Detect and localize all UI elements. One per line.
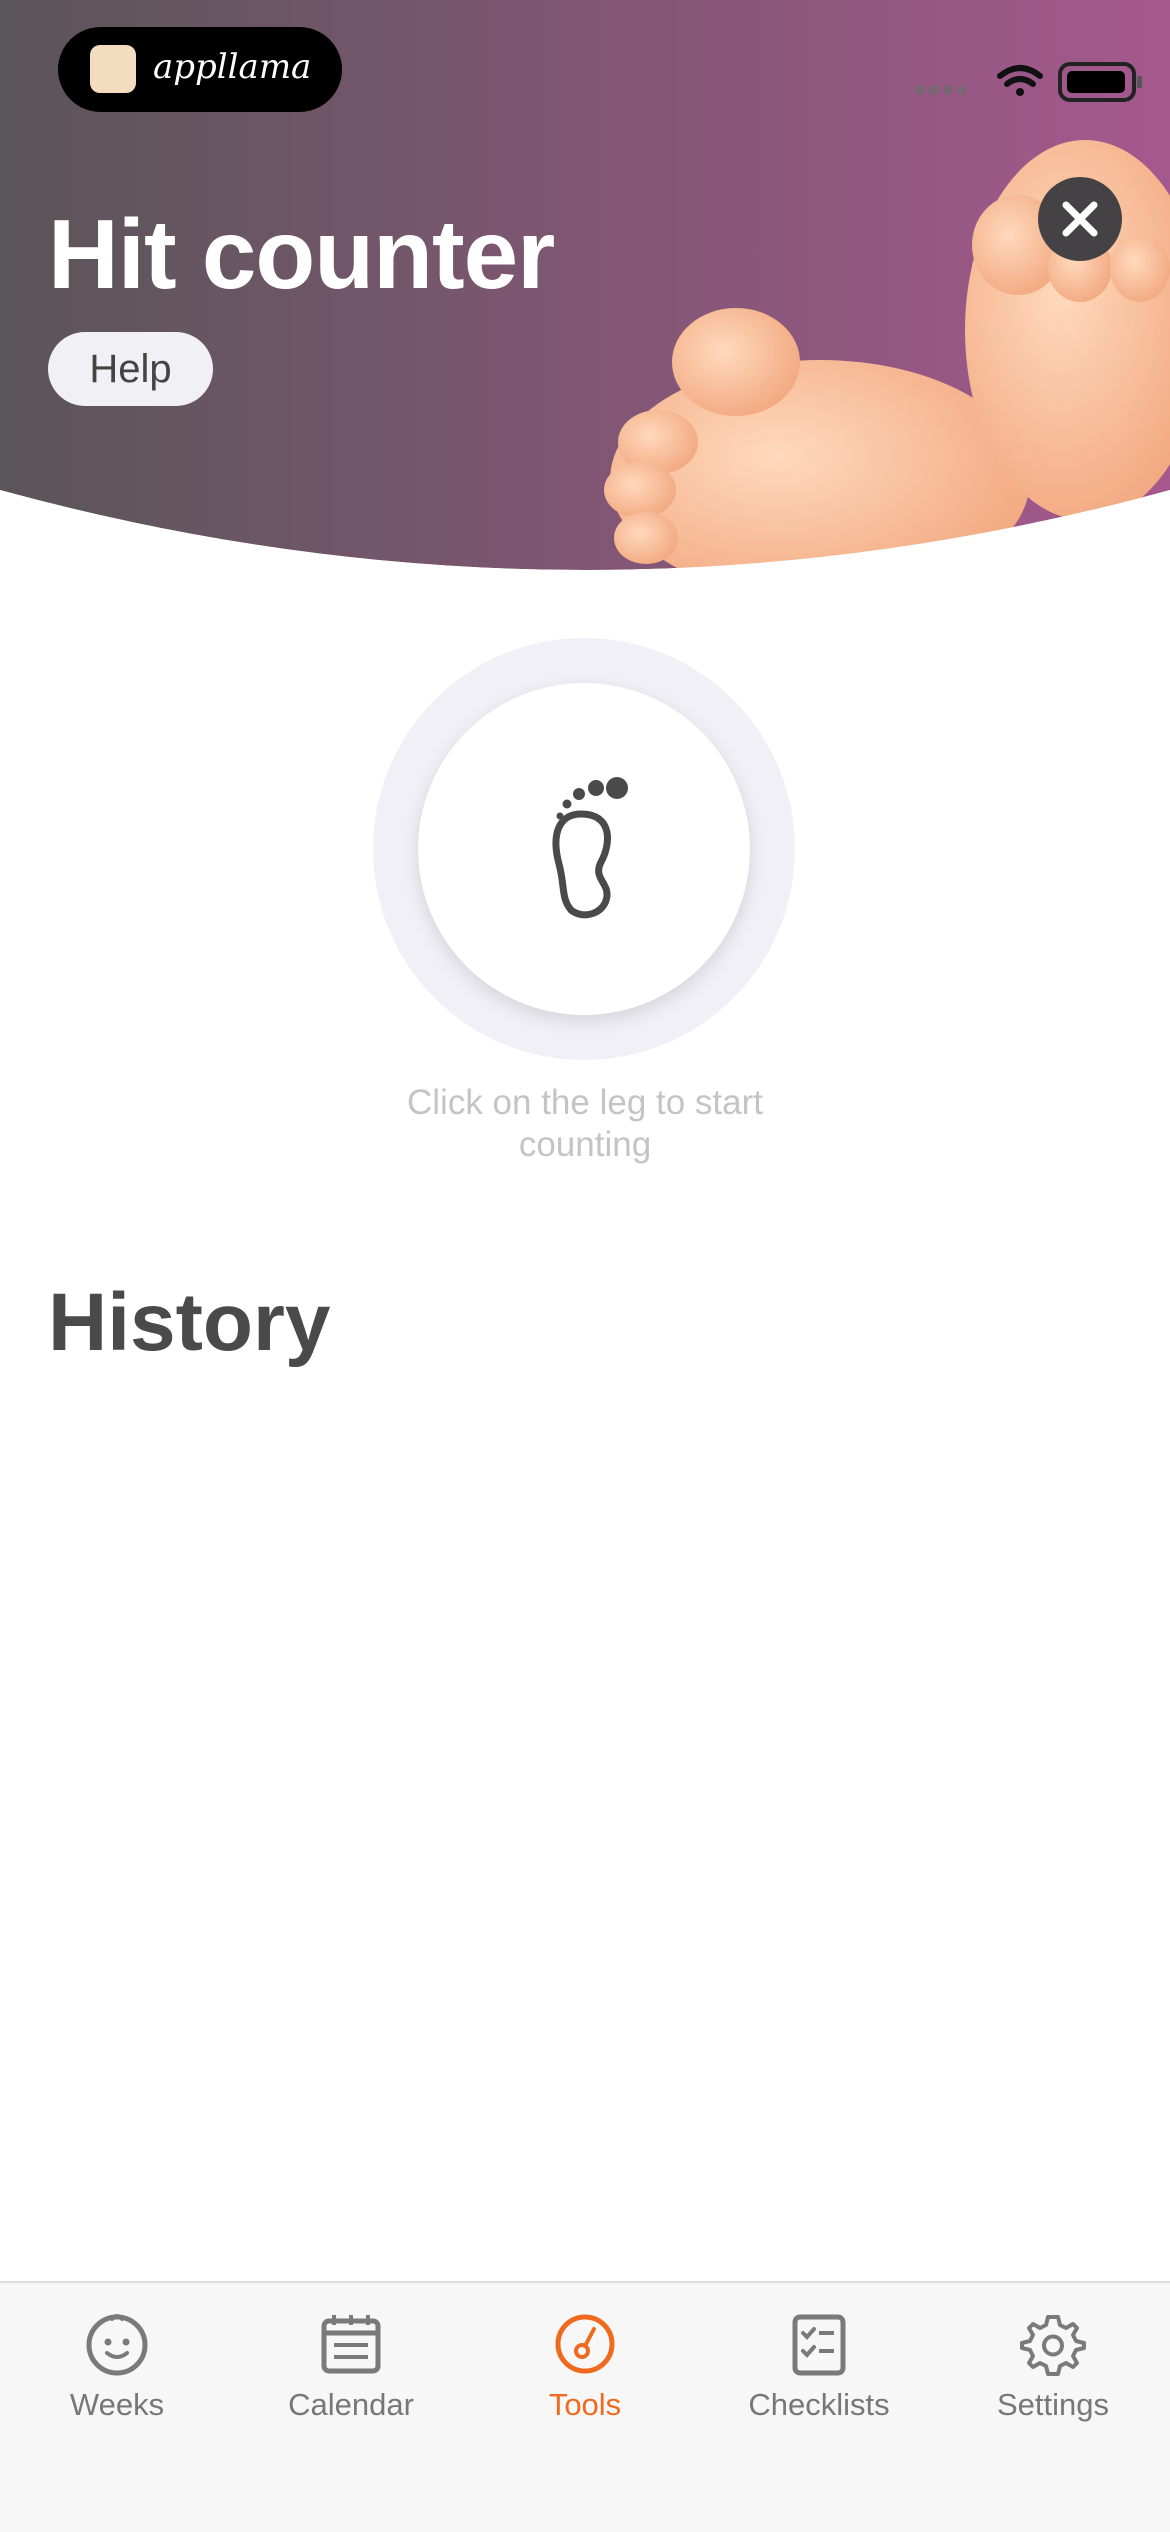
footprint-icon — [552, 777, 628, 919]
wifi-icon — [997, 65, 1043, 96]
calendar-icon — [321, 2315, 381, 2374]
llama-logo-icon — [90, 45, 136, 93]
battery-icon — [1058, 62, 1142, 102]
counter-ring — [373, 638, 795, 1060]
hit-counter-screen: appllama Hit counter Help Click on the l… — [0, 0, 1170, 2532]
close-icon — [1062, 201, 1098, 237]
tab-label: Calendar — [288, 2387, 414, 2422]
checklist-icon — [792, 2314, 846, 2376]
tab-settings[interactable]: Settings — [936, 2283, 1170, 2423]
header: appllama Hit counter Help — [0, 0, 1170, 580]
baby-face-icon — [86, 2314, 148, 2376]
tab-weeks[interactable]: Weeks — [0, 2283, 234, 2423]
tab-label: Tools — [548, 2387, 622, 2422]
gear-icon — [1020, 2315, 1086, 2376]
signal-dots-icon — [915, 85, 967, 95]
tab-label: Weeks — [69, 2387, 165, 2422]
help-button[interactable]: Help — [48, 332, 213, 406]
page-title: Hit counter — [48, 199, 555, 309]
counter-hint: Click on the leg to start counting — [407, 1083, 763, 1164]
status-bar-icons — [915, 62, 1142, 102]
brand-name: appllama — [153, 47, 312, 87]
brand-badge: appllama — [58, 27, 342, 112]
tab-label: Checklists — [748, 2387, 890, 2422]
tab-tools[interactable]: Tools — [468, 2283, 702, 2423]
tab-calendar[interactable]: Calendar — [234, 2283, 468, 2423]
tab-label: Settings — [996, 2387, 1109, 2422]
tab-bar: Weeks Calendar Tools Checklists Settings — [0, 2281, 1170, 2532]
close-button[interactable] — [1038, 177, 1122, 261]
tab-checklists[interactable]: Checklists — [702, 2283, 936, 2423]
foot-counter-button[interactable] — [418, 683, 750, 1015]
history-heading: History — [48, 1277, 331, 1368]
gauge-icon — [555, 2314, 615, 2374]
